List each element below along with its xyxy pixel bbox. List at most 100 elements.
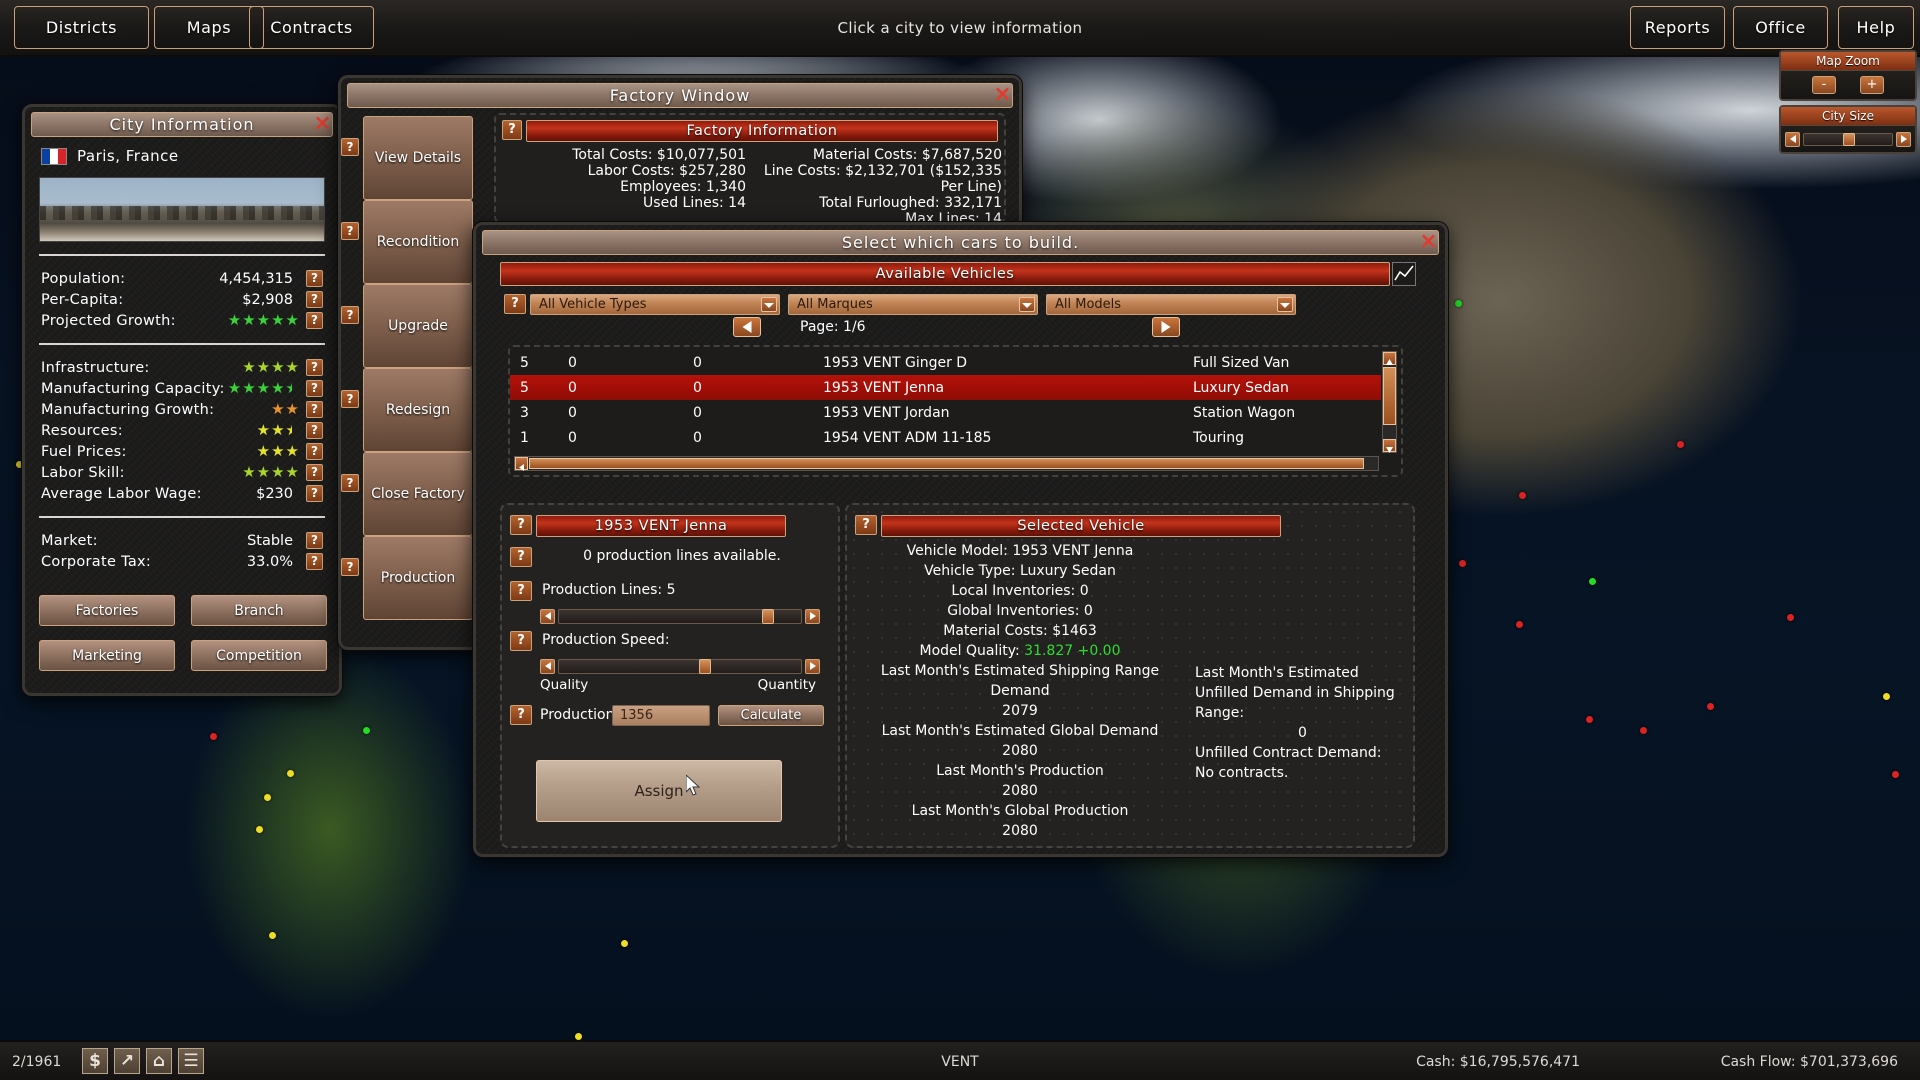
vehicle-list-row[interactable]: 3001953 VENT JordanStation Wagon [510, 400, 1381, 425]
reports-button[interactable]: Reports [1630, 6, 1725, 49]
redesign-button[interactable]: Redesign [363, 368, 473, 452]
competition-button[interactable]: Competition [191, 640, 327, 671]
production-quantity-input[interactable]: 1356 [612, 705, 710, 726]
production-help-icon[interactable]: ? [341, 558, 359, 576]
vehicle-list-vertical-scrollbar[interactable] [1382, 351, 1397, 453]
help-icon[interactable]: ? [306, 312, 323, 329]
help-icon[interactable]: ? [306, 291, 323, 308]
production-speed-slider[interactable] [536, 653, 824, 679]
production-button[interactable]: Production [363, 536, 473, 620]
close-factory-button[interactable]: Close Factory [363, 452, 473, 536]
map-marker[interactable] [1677, 441, 1684, 448]
map-marker[interactable] [1519, 492, 1526, 499]
office-button[interactable]: Office [1733, 6, 1828, 49]
factory-information-help-icon[interactable]: ? [502, 120, 522, 140]
map-marker[interactable] [1455, 300, 1462, 307]
map-zoom-in-button[interactable]: + [1860, 76, 1884, 94]
map-marker[interactable] [210, 733, 217, 740]
speed-decrease-arrow[interactable] [540, 659, 555, 674]
speed-slider-knob[interactable] [699, 659, 711, 674]
lines-slider-track[interactable] [558, 609, 802, 624]
map-marker[interactable] [1640, 727, 1647, 734]
vehicle-list-row[interactable]: 1001954 VENT ADM 11-185Touring [510, 425, 1381, 450]
factory-window-close-icon[interactable]: × [993, 86, 1012, 105]
redesign-help-icon[interactable]: ? [341, 390, 359, 408]
recondition-button[interactable]: Recondition [363, 200, 473, 284]
chevron-down-icon[interactable] [1277, 297, 1293, 312]
assign-button[interactable]: Assign [536, 760, 782, 822]
vertical-scroll-thumb[interactable] [1383, 367, 1396, 425]
vehicle-list-horizontal-scrollbar[interactable] [514, 456, 1379, 471]
map-marker[interactable] [1516, 621, 1523, 628]
help-icon[interactable]: ? [306, 485, 323, 502]
horizontal-scroll-thumb[interactable] [529, 458, 1364, 469]
help-icon[interactable]: ? [306, 553, 323, 570]
chevron-down-icon[interactable] [761, 297, 777, 312]
map-marker[interactable] [1589, 578, 1596, 585]
map-marker[interactable] [1787, 614, 1794, 621]
production-lines-slider[interactable] [536, 603, 824, 629]
map-marker[interactable] [1883, 693, 1890, 700]
lines-available-help-icon[interactable]: ? [510, 547, 532, 567]
help-icon[interactable]: ? [306, 422, 323, 439]
factories-button[interactable]: Factories [39, 595, 175, 626]
marque-filter-dropdown[interactable]: All Marques [788, 294, 1038, 315]
city-size-slider-track[interactable] [1803, 133, 1893, 146]
selected-model-help-icon[interactable]: ? [510, 515, 532, 535]
model-filter-dropdown[interactable]: All Models [1046, 294, 1296, 315]
next-page-button[interactable] [1152, 317, 1180, 337]
scroll-up-arrow[interactable] [1383, 352, 1396, 365]
available-vehicles-list[interactable]: 5001953 VENT Ginger DFull Sized Van50019… [508, 345, 1403, 477]
map-marker[interactable] [575, 1033, 582, 1040]
lines-increase-arrow[interactable] [805, 609, 820, 624]
calculate-button[interactable]: Calculate [718, 705, 824, 726]
map-marker[interactable] [621, 940, 628, 947]
map-marker[interactable] [1586, 716, 1593, 723]
help-button[interactable]: Help [1838, 6, 1914, 49]
map-marker[interactable] [363, 727, 370, 734]
map-marker[interactable] [256, 826, 263, 833]
recondition-help-icon[interactable]: ? [341, 222, 359, 240]
help-icon[interactable]: ? [306, 401, 323, 418]
help-icon[interactable]: ? [306, 464, 323, 481]
map-marker[interactable] [1892, 771, 1899, 778]
branch-button[interactable]: Branch [191, 595, 327, 626]
lines-slider-knob[interactable] [762, 609, 774, 624]
select-cars-close-icon[interactable]: × [1419, 233, 1438, 252]
speed-increase-arrow[interactable] [805, 659, 820, 674]
map-marker[interactable] [1459, 560, 1466, 567]
scroll-left-arrow[interactable] [515, 457, 528, 470]
upgrade-button[interactable]: Upgrade [363, 284, 473, 368]
city-size-decrease-arrow[interactable] [1785, 132, 1800, 147]
view-details-button[interactable]: View Details [363, 116, 473, 200]
production-lines-help-icon[interactable]: ? [510, 581, 532, 601]
upgrade-help-icon[interactable]: ? [341, 306, 359, 324]
map-marker[interactable] [1707, 703, 1714, 710]
close-factory-help-icon[interactable]: ? [341, 474, 359, 492]
production-speed-help-icon[interactable]: ? [510, 631, 532, 651]
city-size-increase-arrow[interactable] [1896, 132, 1911, 147]
vehicle-list-row[interactable]: 5001953 VENT Ginger DFull Sized Van [510, 350, 1381, 375]
vehicle-type-filter-dropdown[interactable]: All Vehicle Types [530, 294, 780, 315]
map-zoom-out-button[interactable]: - [1812, 76, 1836, 94]
view-details-help-icon[interactable]: ? [341, 138, 359, 156]
chevron-down-icon[interactable] [1019, 297, 1035, 312]
production-value-help-icon[interactable]: ? [510, 705, 532, 725]
help-icon[interactable]: ? [306, 380, 323, 397]
filters-help-icon[interactable]: ? [504, 294, 526, 314]
city-information-close-icon[interactable]: × [313, 115, 332, 134]
marketing-button[interactable]: Marketing [39, 640, 175, 671]
city-size-slider-knob[interactable] [1843, 133, 1855, 146]
vehicle-list-row[interactable]: 5001953 VENT JennaLuxury Sedan [510, 375, 1381, 400]
help-icon[interactable]: ? [306, 532, 323, 549]
scroll-down-arrow[interactable] [1383, 439, 1396, 452]
help-icon[interactable]: ? [306, 270, 323, 287]
map-marker[interactable] [287, 770, 294, 777]
help-icon[interactable]: ? [306, 443, 323, 460]
line-chart-icon[interactable] [1392, 262, 1416, 286]
help-icon[interactable]: ? [306, 359, 323, 376]
map-marker[interactable] [269, 932, 276, 939]
map-marker[interactable] [264, 794, 271, 801]
selected-vehicle-help-icon[interactable]: ? [855, 515, 877, 535]
prev-page-button[interactable] [733, 317, 761, 337]
